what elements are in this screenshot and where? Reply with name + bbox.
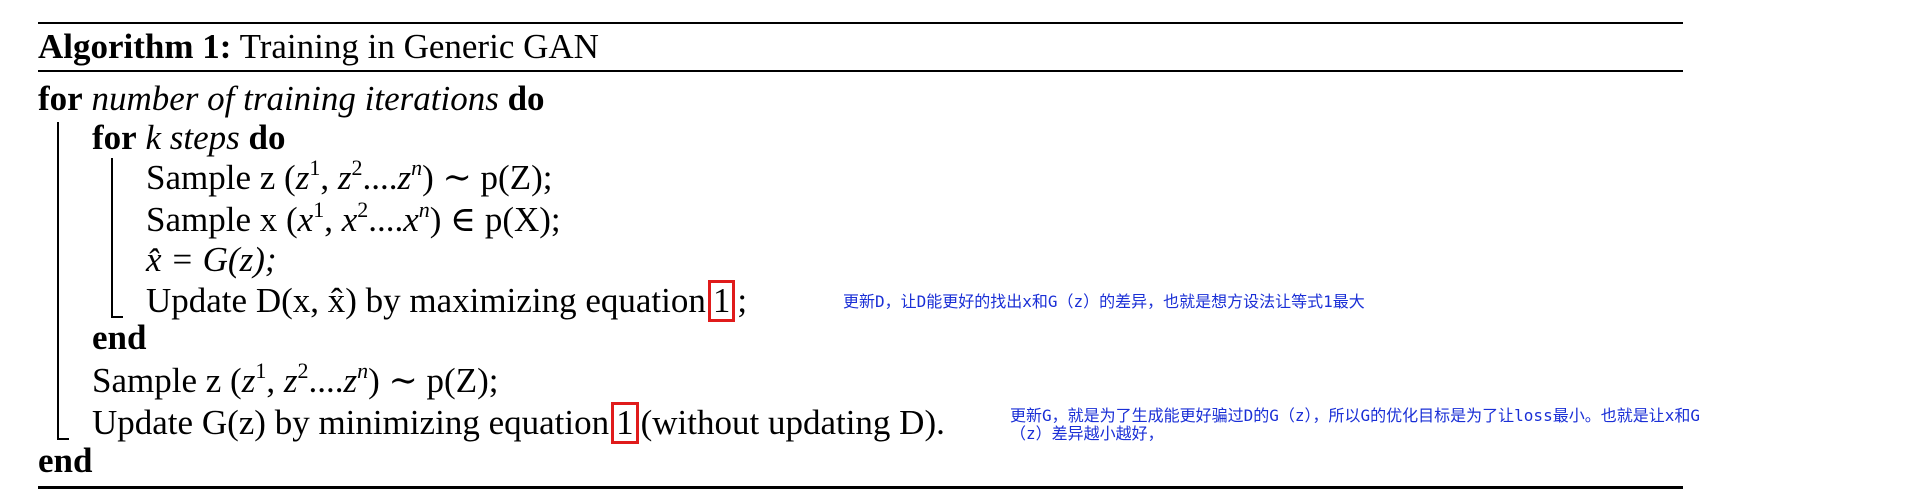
caption-title: Training in Generic GAN [239, 27, 599, 66]
equation-ref-link-2[interactable]: 1 [611, 402, 639, 444]
outer-block-bar [57, 122, 59, 440]
sample-z-outer-line: Sample z (z1, z2....zn) ∼ p(Z); [92, 358, 499, 401]
update-g-line: Update G(z) by minimizing equation 1 (with… [92, 402, 945, 444]
inner-for-condition: steps [169, 118, 240, 157]
outer-do-keyword: do [507, 79, 545, 118]
outer-for-line: for number of training iterations do [38, 79, 545, 119]
sample-z-text: Sample z ( [146, 158, 296, 197]
update-d-tail: ; [737, 281, 748, 320]
sample-z-inner-line: Sample z (z1, z2....zn) ∼ p(Z); [146, 155, 553, 198]
sample-z-tail: ) ∼ p(Z); [422, 158, 553, 197]
update-g-text: Update G(z) by minimizing equation [92, 403, 610, 442]
top-rule [38, 22, 1683, 24]
caption-label: Algorithm 1: [38, 27, 232, 66]
update-g-tail: (without updating D). [640, 403, 945, 442]
inner-do-keyword: do [248, 118, 286, 157]
xhat-assign-line: x̂ = G(z); [146, 240, 277, 279]
update-d-text: Update D(x, x̂) by maximizing equation [146, 281, 706, 320]
sample-z-outer-tail: ) ∼ p(Z); [368, 361, 499, 400]
outer-for-keyword: for [38, 79, 83, 118]
annotation-update-g-line2: （z）差异越小越好， [1010, 424, 1164, 443]
equation-ref-link[interactable]: 1 [707, 280, 736, 322]
outer-for-condition: number of training iterations [91, 79, 499, 118]
sample-x-text: Sample x ( [146, 200, 298, 239]
update-d-line: Update D(x, x̂) by maximizing equation 1; [146, 280, 747, 322]
sample-x-tail: ) ∈ p(X); [429, 200, 561, 239]
outer-end-keyword: end [38, 441, 93, 480]
sample-x-line: Sample x (x1, x2....xn) ∈ p(X); [146, 197, 561, 240]
annotation-update-g-line1: 更新G，就是为了生成能更好骗过D的G（z），所以G的优化目标是为了让loss最小… [1010, 406, 1700, 425]
inner-block-bar [111, 158, 113, 318]
caption-rule [38, 70, 1683, 72]
inner-for-keyword: for [92, 118, 137, 157]
annotation-update-d: 更新D，让D能更好的找出x和G（z）的差异，也就是想方设法让等式1最大 [843, 292, 1365, 311]
inner-for-variable: k [145, 118, 161, 157]
algorithm-caption: Algorithm 1: Training in Generic GAN [38, 27, 599, 67]
inner-end-keyword: end [92, 318, 147, 357]
sample-z-outer-text: Sample z ( [92, 361, 242, 400]
inner-for-line: for k steps do [92, 118, 285, 158]
outer-block-hook [57, 438, 69, 440]
